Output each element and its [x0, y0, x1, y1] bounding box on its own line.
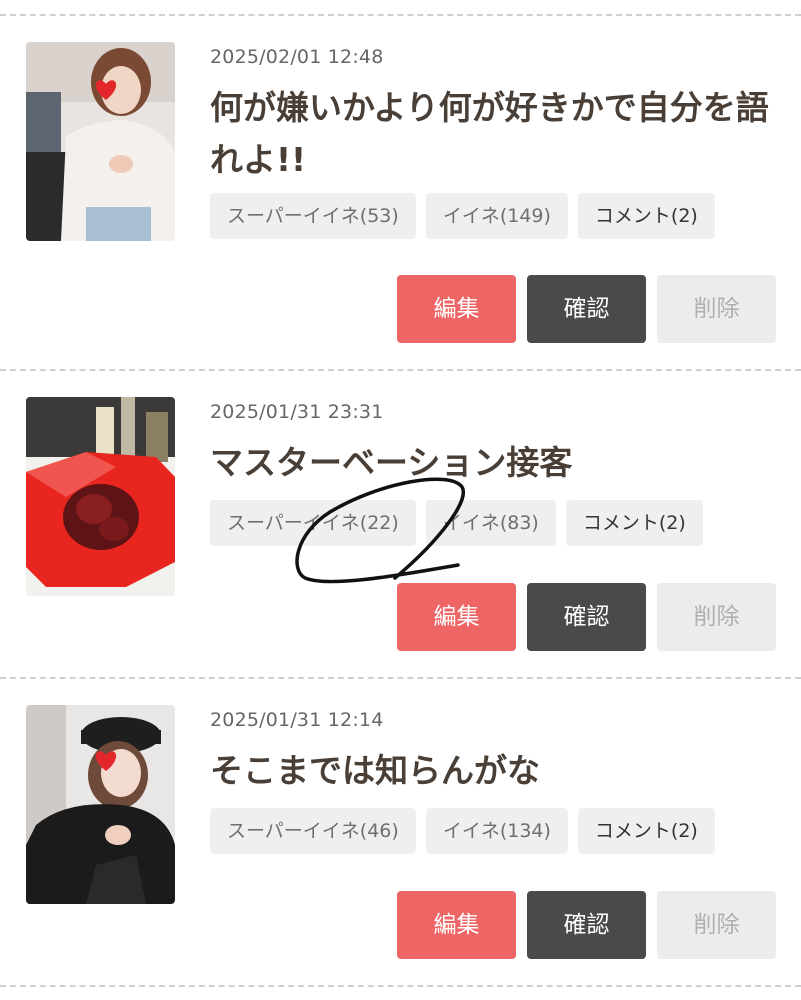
like-count[interactable]: イイネ(134)	[425, 808, 568, 854]
post-item: 2025/01/31 12:14 そこまでは知らんがな スーパーイイネ(46) …	[0, 663, 801, 971]
post-title[interactable]: 何が嫌いかより何が好きかで自分を語れよ!!	[210, 82, 780, 186]
like-count[interactable]: イイネ(83)	[425, 500, 556, 546]
edit-button[interactable]: 編集	[397, 275, 516, 343]
delete-button[interactable]: 削除	[657, 275, 776, 343]
confirm-button[interactable]: 確認	[527, 891, 646, 959]
super-like-count[interactable]: スーパーイイネ(22)	[210, 500, 416, 546]
divider	[0, 985, 801, 987]
delete-button[interactable]: 削除	[657, 891, 776, 959]
post-title[interactable]: マスターベーション接客	[210, 437, 780, 489]
edit-button[interactable]: 編集	[397, 583, 516, 651]
post-title[interactable]: そこまでは知らんがな	[210, 745, 780, 797]
thumbnail-image	[26, 397, 175, 596]
like-count[interactable]: イイネ(149)	[425, 193, 568, 239]
confirm-button[interactable]: 確認	[527, 275, 646, 343]
thumbnail-image	[26, 705, 175, 904]
post-actions: 編集 確認 削除	[397, 891, 776, 959]
post-thumbnail[interactable]	[26, 397, 175, 596]
post-item: 2025/01/31 23:31 マスターベーション接客 スーパーイイネ(22)…	[0, 355, 801, 663]
comment-count[interactable]: コメント(2)	[565, 500, 703, 546]
thumbnail-image	[26, 42, 175, 241]
comment-count[interactable]: コメント(2)	[577, 808, 715, 854]
post-item: 2025/02/01 12:48 何が嫌いかより何が好きかで自分を語れよ!! ス…	[0, 0, 801, 343]
reaction-tags: スーパーイイネ(46) イイネ(134) コメント(2)	[210, 808, 715, 854]
edit-button[interactable]: 編集	[397, 891, 516, 959]
super-like-count[interactable]: スーパーイイネ(46)	[210, 808, 416, 854]
delete-button[interactable]: 削除	[657, 583, 776, 651]
comment-count[interactable]: コメント(2)	[577, 193, 715, 239]
confirm-button[interactable]: 確認	[527, 583, 646, 651]
super-like-count[interactable]: スーパーイイネ(53)	[210, 193, 416, 239]
post-date: 2025/01/31 23:31	[210, 401, 384, 423]
post-actions: 編集 確認 削除	[397, 275, 776, 343]
reaction-tags: スーパーイイネ(53) イイネ(149) コメント(2)	[210, 193, 715, 239]
post-actions: 編集 確認 削除	[397, 583, 776, 651]
post-date: 2025/02/01 12:48	[210, 46, 384, 68]
post-thumbnail[interactable]	[26, 42, 175, 241]
post-date: 2025/01/31 12:14	[210, 709, 384, 731]
reaction-tags: スーパーイイネ(22) イイネ(83) コメント(2)	[210, 500, 703, 546]
post-thumbnail[interactable]	[26, 705, 175, 904]
